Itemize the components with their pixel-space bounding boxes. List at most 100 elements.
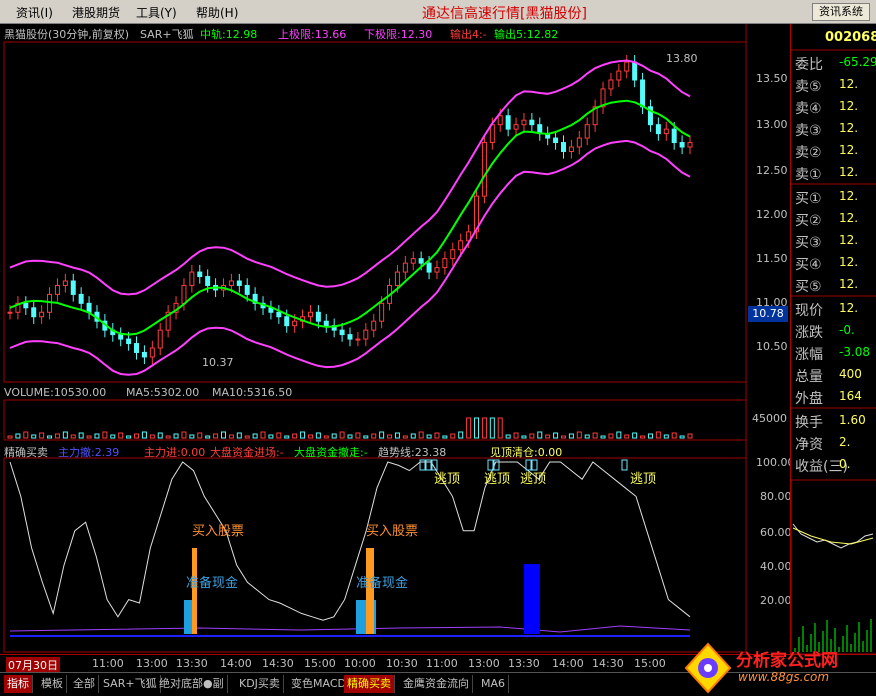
volume-bar bbox=[260, 431, 266, 439]
quote-row: 卖① 12. bbox=[793, 162, 876, 184]
volume-bar bbox=[7, 435, 13, 439]
volume-bar bbox=[54, 433, 60, 439]
tab-template[interactable]: 模板 bbox=[38, 675, 67, 693]
volume-bar bbox=[497, 417, 503, 439]
main-force-in-value: 主力进:0.00 bbox=[144, 446, 206, 459]
volume-bar bbox=[165, 435, 171, 439]
quote-label: 净资 bbox=[795, 437, 823, 453]
candle-body bbox=[513, 124, 519, 130]
quote-value: 164 bbox=[839, 389, 862, 403]
volume-bar bbox=[173, 433, 179, 439]
volume-bar bbox=[157, 432, 163, 439]
tab-all[interactable]: 全部 bbox=[70, 675, 99, 693]
buy-signal-label-1: 买入股票 bbox=[192, 524, 245, 539]
time-tick: 11:00 bbox=[426, 657, 458, 670]
tab-kdj[interactable]: KDJ买卖 bbox=[236, 675, 284, 693]
quote-value: -65.29 bbox=[839, 55, 876, 69]
volume-bar bbox=[307, 434, 313, 439]
price-tick: 12.50 bbox=[756, 164, 788, 177]
tab-sar-feihu[interactable]: SAR+飞狐 bbox=[100, 675, 161, 693]
candle-body bbox=[568, 146, 574, 152]
trend-curve bbox=[9, 461, 691, 621]
watermark-url: www.88gs.com bbox=[738, 670, 830, 684]
quote-label: 总量 bbox=[795, 369, 823, 385]
price-tick: 12.00 bbox=[756, 208, 788, 221]
tab-indicator[interactable]: 指标 bbox=[4, 675, 33, 693]
volume-bar bbox=[379, 431, 385, 439]
candle-body bbox=[624, 61, 630, 72]
time-tick: 10:00 bbox=[344, 657, 376, 670]
chart-area[interactable]: 黑猫股份(30分钟,前复权) SAR+飞狐 中轨:12.98 上极限:13.66… bbox=[0, 24, 795, 654]
volume-value: VOLUME:10530.00 bbox=[4, 386, 107, 399]
menu-hk-futures[interactable]: 港股期货 bbox=[72, 4, 120, 21]
candle-body bbox=[78, 293, 84, 304]
volume-tick: 45000 bbox=[752, 412, 787, 425]
candle-body bbox=[402, 262, 408, 273]
volume-bar bbox=[481, 417, 487, 439]
menu-info[interactable]: 资讯(I) bbox=[16, 4, 53, 21]
quote-label: 买② bbox=[795, 213, 822, 229]
candle-body bbox=[418, 258, 424, 264]
volume-bar bbox=[434, 432, 440, 439]
main-force-out-value: 主力撤:2.39 bbox=[58, 446, 120, 459]
quote-value: 12. bbox=[839, 143, 859, 157]
candle-body bbox=[355, 338, 361, 341]
quote-label: 买① bbox=[795, 191, 822, 207]
price-tick: 11.00 bbox=[756, 296, 788, 309]
volume-bar bbox=[126, 435, 132, 439]
volume-bar bbox=[331, 433, 337, 439]
candle-body bbox=[410, 258, 416, 264]
cash-signal-label-2: 准备现金 bbox=[356, 576, 409, 591]
low-price-marker: 10.37 bbox=[202, 356, 234, 369]
quote-value: 12. bbox=[839, 255, 859, 269]
tab-macd[interactable]: 变色MACD bbox=[288, 675, 350, 693]
quote-value: 12. bbox=[839, 211, 859, 225]
time-tick: 13:00 bbox=[468, 657, 500, 670]
quote-row: 涨幅 -3.08 bbox=[793, 342, 876, 364]
candle-body bbox=[671, 128, 677, 144]
info-system-button[interactable]: 资讯系统 bbox=[812, 3, 870, 21]
candle-body bbox=[458, 240, 464, 251]
stock-name-label: 黑猫股份(30分钟,前复权) bbox=[4, 28, 130, 41]
menu-help[interactable]: 帮助(H) bbox=[196, 4, 238, 21]
candle-body bbox=[284, 316, 290, 327]
volume-bar bbox=[410, 433, 416, 439]
quote-row: 外盘 164 bbox=[793, 386, 876, 408]
volume-bar bbox=[363, 435, 369, 439]
quote-row: 卖④ 12. bbox=[793, 96, 876, 118]
candle-body bbox=[442, 258, 448, 269]
quote-row: 卖③ 12. bbox=[793, 118, 876, 140]
price-tick: 13.50 bbox=[756, 72, 788, 85]
cash-signal-label-1: 准备现金 bbox=[186, 576, 239, 591]
tab-absolute-bottom[interactable]: 绝对底部●副 bbox=[156, 675, 228, 693]
tab-golden-eagle[interactable]: 金鹰资金流向 bbox=[400, 675, 473, 693]
candle-body bbox=[86, 302, 92, 313]
upper-band-line bbox=[9, 59, 691, 296]
quote-row: 买③ 12. bbox=[793, 230, 876, 252]
candle-body bbox=[244, 284, 250, 295]
tab-ma6[interactable]: MA6 bbox=[478, 675, 510, 693]
volume-bar bbox=[560, 435, 566, 439]
volume-bar bbox=[300, 431, 306, 439]
volume-bar bbox=[402, 435, 408, 439]
candle-body bbox=[276, 311, 282, 318]
kline-chart[interactable] bbox=[0, 24, 790, 654]
candle-body bbox=[434, 267, 440, 273]
volume-bar bbox=[371, 433, 377, 439]
volume-bar bbox=[339, 431, 345, 439]
tab-precise-trade[interactable]: 精确买卖 bbox=[344, 675, 395, 693]
menu-tools[interactable]: 工具(Y) bbox=[136, 4, 177, 21]
volume-bar bbox=[545, 434, 551, 439]
volume-bar bbox=[347, 434, 353, 439]
candle-body bbox=[363, 329, 369, 340]
volume-bar bbox=[426, 434, 432, 439]
volume-bar bbox=[387, 434, 393, 439]
time-tick: 14:00 bbox=[552, 657, 584, 670]
volume-bar bbox=[458, 431, 464, 439]
volume-bar bbox=[236, 432, 242, 439]
indicator-tick: 20.00 bbox=[760, 594, 792, 607]
quote-row: 买⑤ 12. bbox=[793, 274, 876, 296]
volume-bar bbox=[466, 417, 472, 439]
candle-body bbox=[529, 119, 535, 126]
quote-row: 卖② 12. bbox=[793, 140, 876, 162]
